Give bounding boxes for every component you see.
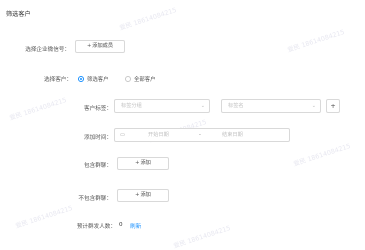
chevron-down-icon: ⌄ — [311, 103, 316, 109]
add-tag-button[interactable]: + — [326, 99, 340, 113]
watermark: 爱民 18614084215 — [292, 141, 352, 168]
add-member-button[interactable]: +添加成员 — [75, 40, 125, 53]
exclude-group-label: 不包含群聊： — [78, 196, 112, 202]
radio-all-customers-label: 全部客户 — [134, 77, 156, 83]
add-member-label: 添加成员 — [92, 43, 114, 49]
customer-tags-label: 客户标签： — [84, 106, 112, 112]
date-separator: - — [199, 132, 201, 138]
watermark: 爱民 18614084215 — [118, 5, 178, 32]
radio-all-customers[interactable] — [125, 76, 131, 82]
include-group-add-button[interactable]: +添加 — [117, 157, 169, 170]
plus-icon: + — [135, 192, 140, 198]
start-date-input[interactable]: 开始日期 — [148, 129, 169, 141]
chevron-down-icon: ⌄ — [200, 103, 205, 109]
tag-group-placeholder: 标签分组 — [121, 103, 142, 109]
refresh-link[interactable]: 刷新 — [130, 222, 141, 230]
tag-name-placeholder: 标签名 — [228, 103, 244, 109]
add-time-label: 添加时间： — [84, 135, 112, 141]
include-group-label: 包含群聊： — [84, 163, 112, 169]
exclude-group-add-button[interactable]: +添加 — [117, 189, 169, 202]
customer-scope-label: 选择客户： — [44, 77, 72, 83]
estimate-count: 0 — [119, 222, 123, 228]
page-title: 筛选客户 — [6, 11, 31, 18]
tag-group-select[interactable]: 标签分组 ⌄ — [114, 99, 210, 113]
plus-icon: + — [135, 160, 140, 166]
watermark: 爱民 18614084215 — [286, 27, 346, 54]
exclude-group-add-label: 添加 — [140, 192, 151, 198]
calendar-icon: ▭ — [120, 132, 125, 138]
end-date-input[interactable]: 结束日期 — [222, 129, 243, 141]
include-group-add-label: 添加 — [140, 160, 151, 166]
wechat-account-label: 选择企业微信号： — [25, 47, 70, 53]
radio-filter-customers[interactable] — [78, 76, 84, 82]
tag-name-select[interactable]: 标签名 ⌄ — [221, 99, 321, 113]
plus-icon: + — [86, 43, 92, 49]
radio-filter-customers-label: 筛选客户 — [87, 77, 109, 83]
estimate-label: 预计群发人数： — [76, 224, 116, 230]
add-time-range-picker[interactable]: ▭ 开始日期 - 结束日期 — [114, 128, 290, 142]
